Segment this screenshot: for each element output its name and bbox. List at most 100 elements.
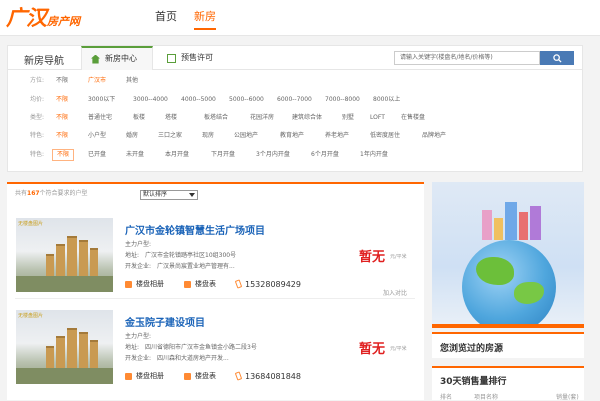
filter-option[interactable]: 未开盘 — [126, 149, 144, 161]
filter-option[interactable]: 8000以上 — [373, 94, 400, 106]
filter-option[interactable]: 其他 — [126, 75, 138, 87]
filter-row-sale-status: 特色: 不限 已开盘 未开盘 本月开盘 下月开盘 3个月内开盘 6个月开盘 1年… — [8, 149, 582, 161]
filter-row-label: 类型: — [30, 114, 45, 121]
sales-ranking-box: 30天销售量排行 排名 项目名称 销量(套) — [432, 366, 584, 401]
filter-option[interactable]: 花园洋房 — [250, 112, 274, 124]
filter-option[interactable]: 塔楼 — [165, 112, 177, 124]
listing-actions: 楼盘相册 楼盘表 15328089429 — [125, 279, 321, 289]
filter-option[interactable]: 3个月内开盘 — [256, 149, 290, 161]
album-link[interactable]: 楼盘相册 — [125, 279, 164, 289]
filter-option-selected[interactable]: 不限 — [56, 112, 68, 124]
filter-option[interactable]: 教育地产 — [280, 130, 304, 142]
logo-main-text: 广汉 — [6, 5, 47, 30]
listing-developer: 开发企业: 四川森和大道房地产开发... — [125, 355, 229, 362]
filter-option[interactable]: 现房 — [202, 130, 214, 142]
tab-label: 新房中心 — [105, 54, 137, 63]
filter-row-label: 特色: — [30, 132, 45, 139]
filter-row-price: 均价: 不限 3000以下 3000--4000 4000--5000 5000… — [8, 94, 582, 106]
filter-row-label: 特色: — [30, 151, 45, 158]
phone-icon — [234, 371, 243, 381]
listing-type: 主力户型: — [125, 241, 152, 248]
filter-option[interactable]: 养老地产 — [325, 130, 349, 142]
filter-option-selected[interactable]: 不限 — [56, 94, 68, 106]
nav-item-home[interactable]: 首页 — [155, 8, 177, 30]
search-input[interactable]: 请输入关键字(楼盘名/地名/价格等) — [394, 51, 540, 65]
listing-address: 地址: 广汉市金轮镇踏亭社区10组300号 — [125, 252, 237, 259]
album-link[interactable]: 楼盘相册 — [125, 371, 164, 381]
home-icon — [91, 54, 100, 64]
nav-item-new-homes[interactable]: 新房 — [194, 8, 216, 30]
chevron-down-icon — [189, 193, 195, 197]
filter-panel: 新房导航 新房中心 预售许可 请输入关键字(楼盘名/地名/价格等) 方位: 不限… — [7, 45, 583, 172]
table-icon — [184, 372, 191, 380]
filter-row-type: 类型: 不限 普通住宅 板楼 塔楼 板塔结合 花园洋房 建筑综合体 别墅 LOF… — [8, 112, 582, 124]
building-table-link[interactable]: 楼盘表 — [184, 371, 216, 381]
filter-option[interactable]: 板塔结合 — [204, 112, 228, 124]
viewed-title: 您浏览过的房源 — [440, 344, 504, 354]
site-logo[interactable]: 广汉 房产网 — [6, 6, 80, 30]
filter-option[interactable]: 品牌地产 — [422, 130, 446, 142]
filter-option[interactable]: 已开盘 — [88, 149, 106, 161]
filter-option[interactable]: 建筑综合体 — [292, 112, 322, 124]
filter-option[interactable]: 公园地产 — [234, 130, 258, 142]
filter-option[interactable]: 7000--8000 — [325, 94, 360, 106]
filter-option-selected[interactable]: 不限 — [56, 130, 68, 142]
listing-panel: 共有167个符合要求的户型 默认排序 无楼盘图片 广汉市金轮镇智慧生活广场项目 … — [7, 182, 424, 400]
thumb-tag: 无楼盘图片 — [18, 221, 44, 227]
search-button[interactable] — [540, 51, 574, 65]
tab-label: 预售许可 — [181, 53, 213, 62]
building-table-link[interactable]: 楼盘表 — [184, 279, 216, 289]
listing-address: 地址: 四川省德阳市广汉市金鱼镇金小路二段3号 — [125, 344, 257, 351]
listing-type: 主力户型: — [125, 333, 152, 340]
filter-option[interactable]: 本月开盘 — [165, 149, 189, 161]
filter-option[interactable]: 普通住宅 — [88, 112, 112, 124]
listing-thumbnail[interactable]: 无楼盘图片 — [16, 310, 113, 384]
search-bar: 请输入关键字(楼盘名/地名/价格等) — [394, 51, 574, 65]
thumb-tag: 无楼盘图片 — [18, 313, 44, 319]
listing-thumbnail[interactable]: 无楼盘图片 — [16, 218, 113, 292]
filter-option[interactable]: 1年内开盘 — [360, 149, 388, 161]
tab-new-home-center[interactable]: 新房中心 — [81, 46, 153, 70]
top-bar: 广汉 房产网 首页 新房 — [0, 0, 600, 36]
listing-title[interactable]: 广汉市金轮镇智慧生活广场项目 — [125, 222, 265, 237]
filter-option[interactable]: 小户型 — [88, 130, 106, 142]
filter-row-label: 均价: — [30, 96, 45, 103]
filter-row-location: 方位: 不限 广汉市 其他 — [8, 75, 582, 87]
filter-option[interactable]: 三口之家 — [158, 130, 182, 142]
filter-option[interactable]: 婚房 — [126, 130, 138, 142]
filter-option[interactable]: 别墅 — [342, 112, 354, 124]
listing-price: 暂无 — [359, 342, 386, 357]
filter-option[interactable]: LOFT — [370, 112, 385, 124]
filter-option-selected[interactable]: 广汉市 — [88, 75, 106, 87]
filter-option[interactable]: 6个月开盘 — [311, 149, 339, 161]
promo-banner[interactable] — [432, 182, 584, 324]
viewed-listings-box: 您浏览过的房源 — [432, 332, 584, 358]
filter-title: 新房导航 — [24, 56, 64, 67]
filter-option[interactable]: 不限 — [56, 75, 68, 87]
filter-option[interactable]: 5000--6000 — [229, 94, 264, 106]
photo-icon — [125, 372, 132, 380]
filter-option[interactable]: 在售楼盘 — [401, 112, 425, 124]
filter-option[interactable]: 4000--5000 — [181, 94, 216, 106]
listing-actions: 楼盘相册 楼盘表 13684081848 — [125, 371, 321, 381]
filter-option-selected[interactable]: 不限 — [52, 149, 75, 161]
filter-option[interactable]: 3000以下 — [88, 94, 115, 106]
price-unit: 元/平米 — [390, 346, 407, 352]
filter-option[interactable]: 板楼 — [133, 112, 145, 124]
filter-header: 新房导航 新房中心 预售许可 请输入关键字(楼盘名/地名/价格等) — [8, 46, 582, 70]
filter-option[interactable]: 低密度居住 — [370, 130, 400, 142]
main-nav: 首页 新房 — [155, 8, 216, 30]
search-icon — [552, 53, 562, 63]
listing-header: 共有167个符合要求的户型 默认排序 — [7, 184, 424, 204]
filter-option[interactable]: 3000--4000 — [133, 94, 168, 106]
sort-select[interactable]: 默认排序 — [140, 190, 198, 200]
filter-option[interactable]: 下月开盘 — [211, 149, 235, 161]
tab-presale-permit[interactable]: 预售许可 — [158, 46, 228, 70]
phone-number: 15328089429 — [234, 279, 301, 289]
listing-title[interactable]: 金玉院子建设项目 — [125, 314, 205, 329]
phone-icon — [234, 279, 243, 289]
logo-sub-text: 房产网 — [47, 15, 80, 28]
filter-option[interactable]: 6000--7000 — [277, 94, 312, 106]
filter-row-label: 方位: — [30, 77, 45, 84]
listing-developer: 开发企业: 广汉景尚宸置业地产管理有... — [125, 263, 235, 270]
